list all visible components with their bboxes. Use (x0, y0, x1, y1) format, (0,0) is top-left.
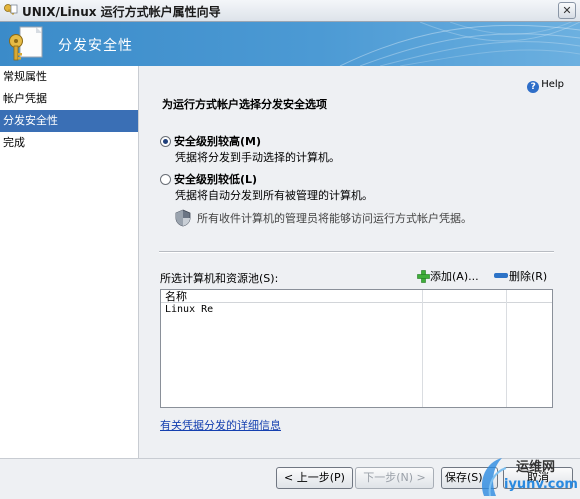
section-divider (159, 251, 554, 253)
add-button[interactable]: 添加(A)... (417, 268, 479, 284)
back-button[interactable]: < 上一步(P) (276, 467, 353, 489)
wizard-header: 分发安全性 (0, 22, 580, 66)
close-button[interactable]: ✕ (558, 2, 576, 19)
cancel-button[interactable]: 取消 (503, 467, 573, 489)
column-header-name[interactable]: 名称 (165, 290, 187, 303)
key-document-icon (9, 26, 43, 61)
shield-icon (175, 209, 191, 227)
wizard-button-bar: < 上一步(P) 下一步(N) > 保存(S) 取消 (0, 458, 580, 499)
nav-item-distribution-security[interactable]: 分发安全性 (0, 110, 138, 132)
nav-item-account-credentials[interactable]: 帐户凭据 (0, 88, 138, 110)
column-separator (422, 290, 423, 407)
remove-button-label: 删除(R) (509, 270, 548, 283)
nav-item-label: 帐户凭据 (3, 92, 47, 105)
header-swirl-decoration (339, 22, 580, 66)
selected-computers-list[interactable]: 名称 Linux Re (160, 289, 553, 408)
list-item[interactable]: Linux Re (161, 303, 552, 317)
save-button[interactable]: 保存(S) (441, 467, 498, 489)
wizard-step-nav: 常规属性 帐户凭据 分发安全性 完成 (0, 66, 139, 458)
radio-label: 安全级别较低(L) (174, 173, 258, 186)
radio-description: 凭据将自动分发到所有被管理的计算机。 (175, 189, 373, 202)
window-title: UNIX/Linux 运行方式帐户属性向导 (22, 5, 221, 19)
list-header: 名称 (161, 290, 552, 303)
nav-item-label: 分发安全性 (3, 114, 58, 127)
security-note-text: 所有收件计算机的管理员将能够访问运行方式帐户凭据。 (197, 212, 472, 225)
security-note: 所有收件计算机的管理员将能够访问运行方式帐户凭据。 (175, 209, 472, 227)
radio-label: 安全级别较高(M) (174, 135, 262, 148)
radio-less-secure[interactable]: 安全级别较低(L) (160, 171, 257, 187)
close-icon: ✕ (562, 4, 572, 17)
add-button-label: 添加(A)... (430, 270, 479, 283)
help-label: Help (541, 79, 564, 90)
distribution-details-link[interactable]: 有关凭据分发的详细信息 (160, 417, 281, 433)
radio-button[interactable] (160, 174, 171, 185)
minus-icon (494, 273, 508, 278)
plus-icon (417, 270, 430, 283)
wizard-app-icon (4, 4, 18, 16)
column-separator (506, 290, 507, 407)
section-heading: 为运行方式帐户选择分发安全选项 (162, 98, 327, 111)
radio-button-checked[interactable] (160, 136, 171, 147)
main-panel: ? Help 为运行方式帐户选择分发安全选项 安全级别较高(M) 凭据将分发到手动… (139, 66, 580, 458)
nav-item-label: 完成 (3, 136, 25, 149)
nav-item-label: 常规属性 (3, 70, 47, 83)
radio-description: 凭据将分发到手动选择的计算机。 (175, 151, 340, 164)
title-bar: UNIX/Linux 运行方式帐户属性向导 ✕ (0, 0, 580, 22)
help-icon: ? (527, 81, 540, 93)
nav-item-general-properties[interactable]: 常规属性 (0, 66, 138, 88)
remove-button[interactable]: 删除(R) (494, 268, 547, 284)
help-link[interactable]: ? Help (527, 79, 564, 93)
selection-label: 所选计算机和资源池(S): (160, 272, 279, 285)
next-button[interactable]: 下一步(N) > (355, 467, 434, 489)
nav-item-complete[interactable]: 完成 (0, 132, 138, 154)
page-title: 分发安全性 (58, 38, 133, 54)
radio-more-secure[interactable]: 安全级别较高(M) (160, 133, 261, 149)
